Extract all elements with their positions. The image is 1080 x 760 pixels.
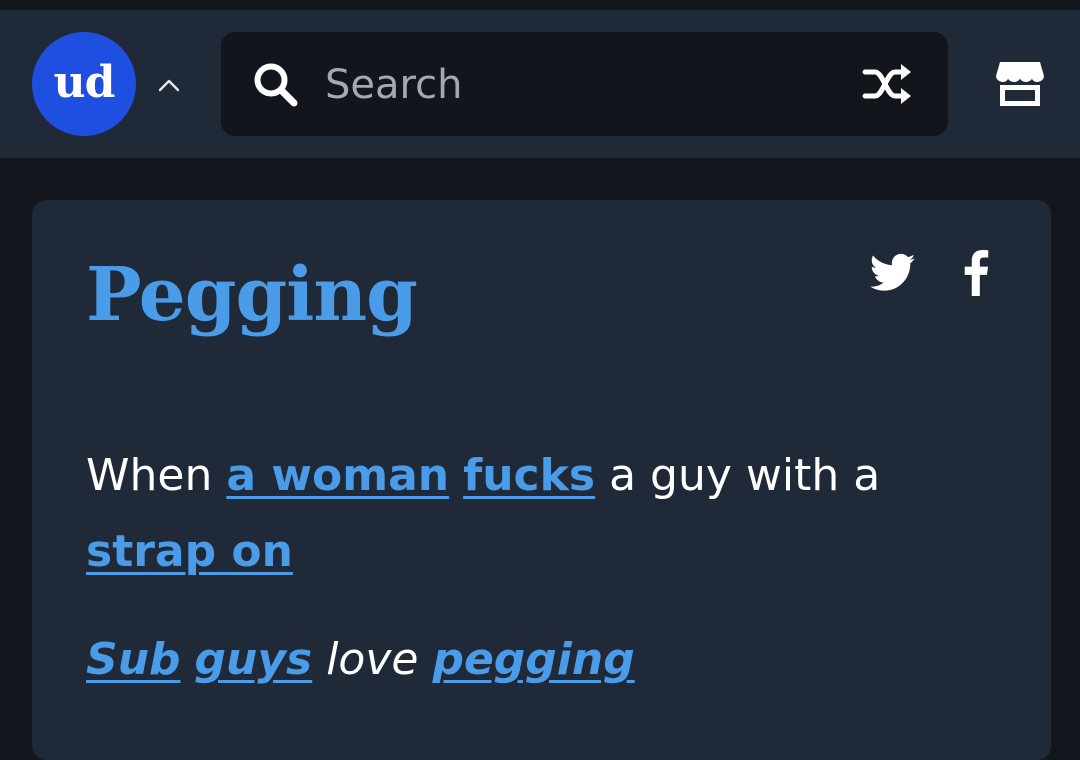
logo-text: ud — [53, 56, 116, 108]
chevron-up-icon[interactable] — [156, 72, 182, 98]
definition-text-part: When — [86, 450, 227, 501]
term-link[interactable]: fucks — [463, 450, 595, 501]
term-link[interactable]: pegging — [432, 634, 634, 685]
search-input[interactable] — [323, 56, 847, 114]
term-link[interactable]: guys — [195, 634, 313, 685]
shuffle-icon[interactable] — [861, 60, 915, 108]
definition-text: When a woman fucks a guy with a strap on — [86, 438, 986, 590]
definition-card: Pegging When a woman fucks a guy with a … — [32, 200, 1051, 760]
term-link[interactable]: Sub — [86, 634, 181, 685]
definition-text-part — [449, 450, 463, 501]
term-link[interactable]: a woman — [226, 450, 449, 501]
example-text: Sub guys love pegging — [86, 630, 986, 690]
top-strip — [0, 0, 1080, 10]
word-title[interactable]: Pegging — [86, 252, 418, 338]
definition-text-part: a guy with a — [595, 450, 881, 501]
store-icon[interactable] — [994, 58, 1046, 110]
twitter-icon[interactable] — [870, 252, 916, 294]
example-text-part — [181, 634, 195, 685]
ud-logo[interactable]: ud — [32, 32, 136, 136]
term-link[interactable]: strap on — [86, 526, 293, 577]
search-icon[interactable] — [251, 60, 301, 110]
search-bar — [221, 32, 948, 136]
example-text-part: love — [312, 634, 433, 685]
facebook-icon[interactable] — [962, 250, 990, 296]
header-bar: ud — [0, 10, 1080, 158]
